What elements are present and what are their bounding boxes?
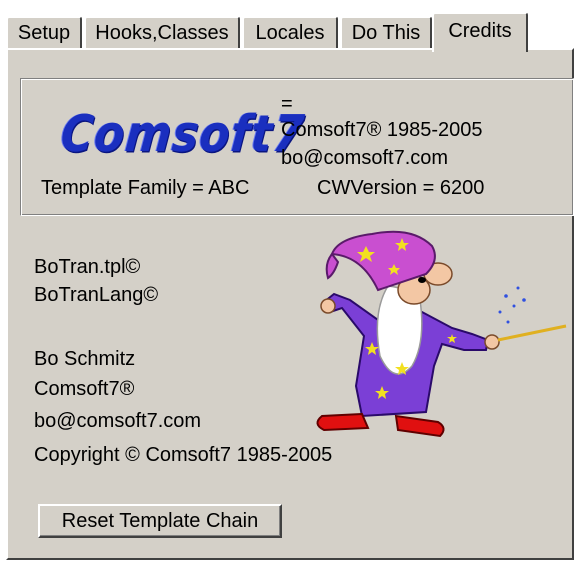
header-email: bo@comsoft7.com: [281, 147, 449, 169]
cw-version: CWVersion = 6200: [317, 177, 485, 199]
template-family: Template Family = ABC: [41, 177, 250, 199]
tab-strip: Setup Hooks,Classes Locales Do This Cred…: [6, 12, 566, 52]
tab-setup[interactable]: Setup: [6, 16, 82, 48]
header-groupbox: Comsoft7 = Comsoft7® 1985-2005 bo@comsof…: [20, 78, 574, 216]
tab-hooks-classes[interactable]: Hooks,Classes: [84, 16, 240, 48]
author-name: Bo Schmitz: [34, 348, 136, 370]
file-botran-tpl: BoTran.tpl©: [34, 256, 141, 278]
comsoft7-logo: Comsoft7: [58, 105, 308, 164]
file-botranlang: BoTranLang©: [34, 284, 159, 306]
credits-dialog: Setup Hooks,Classes Locales Do This Cred…: [0, 0, 582, 567]
tab-do-this[interactable]: Do This: [340, 16, 432, 48]
reset-template-chain-button[interactable]: Reset Template Chain: [38, 504, 282, 538]
tab-locales[interactable]: Locales: [242, 16, 338, 48]
author-copyright: Copyright © Comsoft7 1985-2005: [34, 444, 333, 466]
credits-panel: Comsoft7 = Comsoft7® 1985-2005 bo@comsof…: [6, 48, 574, 560]
wizard-icon: [316, 230, 567, 438]
equals-sign: =: [281, 93, 293, 115]
author-email: bo@comsoft7.com: [34, 410, 202, 432]
tab-credits[interactable]: Credits: [432, 12, 528, 52]
copyright-line: Comsoft7® 1985-2005: [281, 119, 483, 141]
author-company: Comsoft7®: [34, 378, 135, 400]
